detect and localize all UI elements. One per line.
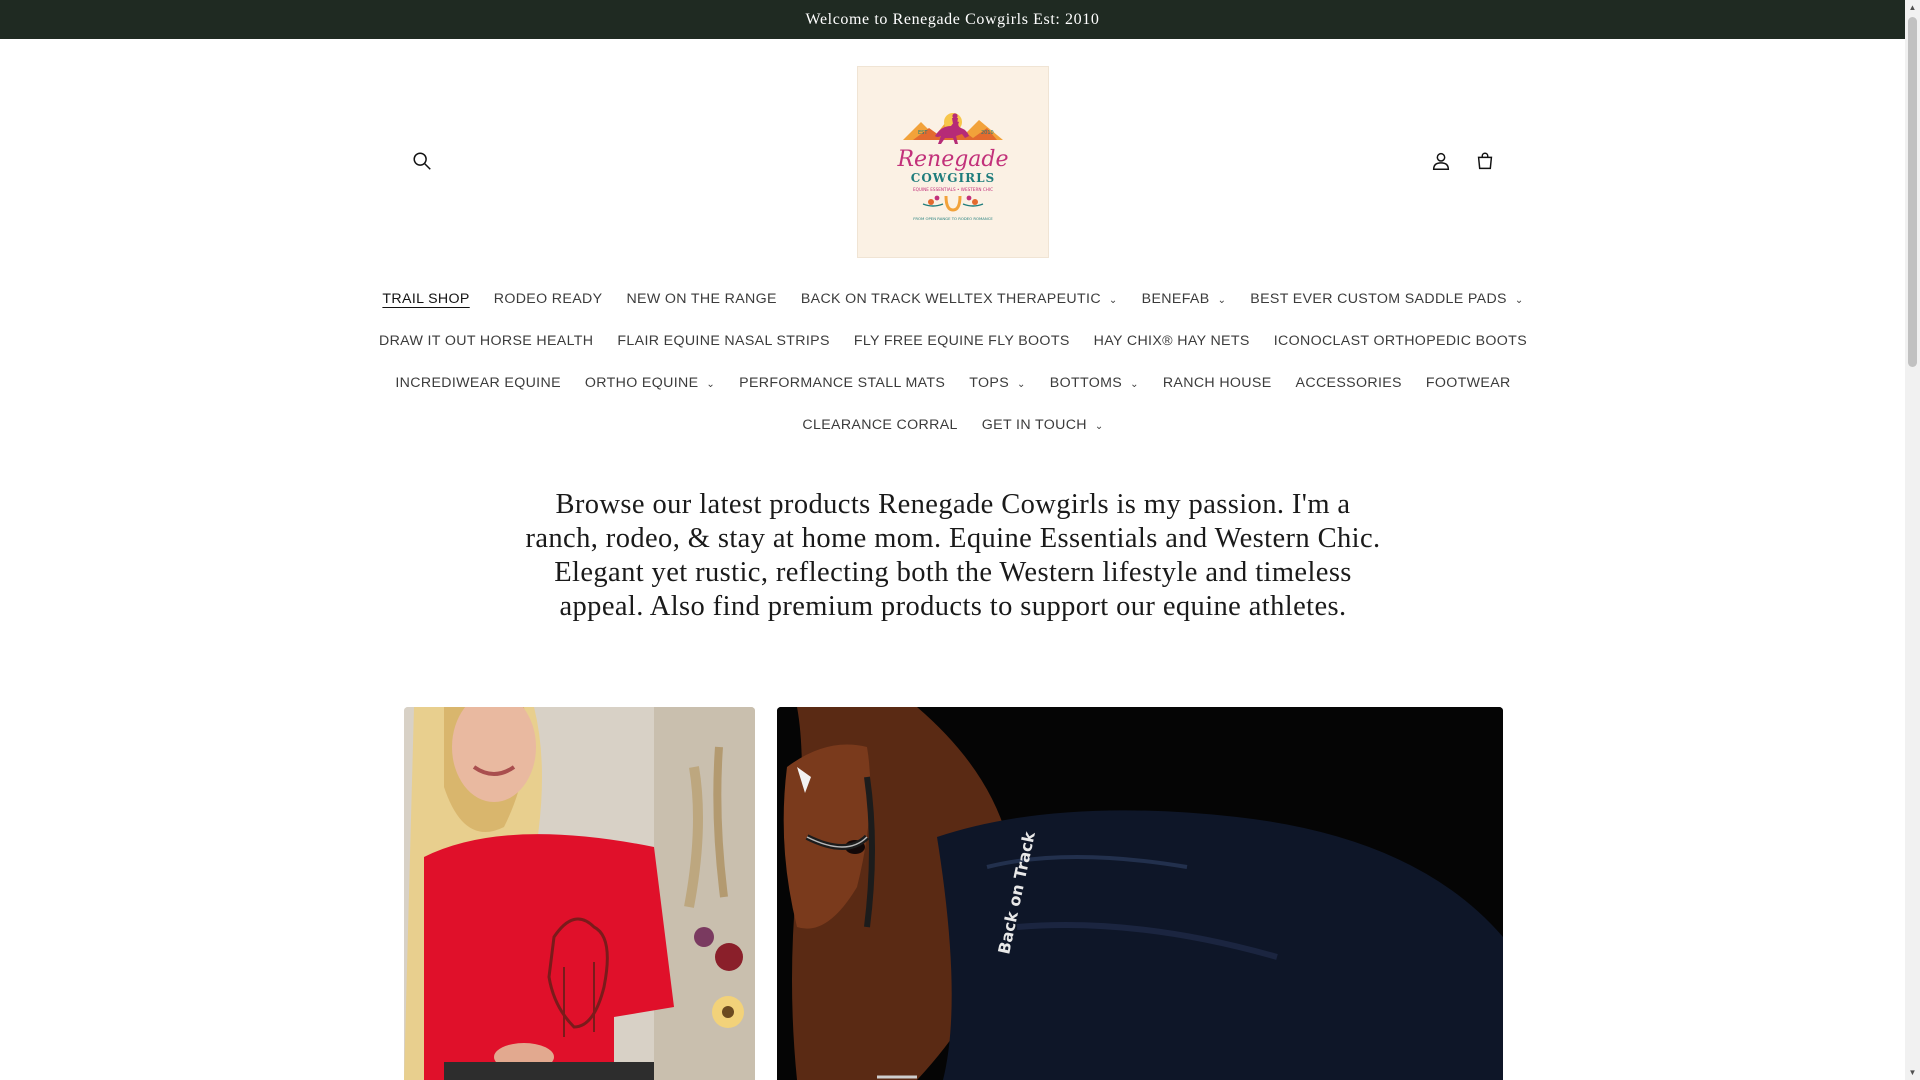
search-icon <box>413 152 431 170</box>
chevron-down-icon: ⌄ <box>1514 294 1524 306</box>
nav-item-accessories[interactable]: ACCESSORIES <box>1284 362 1414 404</box>
nav-item-label: BEST EVER CUSTOM SADDLE PADS <box>1250 291 1507 307</box>
svg-text:2010: 2010 <box>981 130 994 136</box>
scroll-thumb[interactable] <box>1908 17 1917 367</box>
main-navigation: TRAIL SHOP RODEO READY NEW ON THE RANGE BAC… <box>379 278 1527 446</box>
chevron-down-icon: ⌄ <box>1217 294 1227 306</box>
nav-item-iconoclast-orthopedic-boots[interactable]: ICONOCLAST ORTHOPEDIC BOOTS <box>1262 320 1539 362</box>
scroll-down-arrow[interactable]: ▼ <box>1905 1065 1920 1080</box>
nav-item-label: FOOTWEAR <box>1425 375 1511 391</box>
nav-item-label: RANCH HOUSE <box>1162 375 1272 391</box>
intro-text: Browse our latest products Renegade Cowg… <box>525 489 1381 622</box>
nav-item-tops[interactable]: TOPS ⌄ <box>957 362 1038 404</box>
announcement-bar: Welcome to Renegade Cowgirls Est: 2010 <box>0 0 1905 39</box>
nav-item-bottoms[interactable]: BOTTOMS ⌄ <box>1038 362 1151 404</box>
svg-text:COWGIRLS: COWGIRLS <box>911 171 995 185</box>
site-header: EST 2010 Renegade COWGIRLS EQUINE ESSENT… <box>404 39 1502 269</box>
woman-red-tshirt-image <box>404 707 755 1080</box>
svg-text:FROM OPEN RANGE TO RODEO ROMAN: FROM OPEN RANGE TO RODEO ROMANCE <box>913 216 993 221</box>
chevron-down-icon: ⌄ <box>1108 294 1118 306</box>
collection-card-back-on-track[interactable]: Back on Track <box>777 707 1503 1080</box>
nav-item-label: CLEARANCE CORRAL <box>802 417 958 433</box>
nav-item-label: BOTTOMS <box>1049 375 1123 391</box>
nav-item-label: ORTHO EQUINE <box>584 375 699 391</box>
nav-item-label: ICONOCLAST ORTHOPEDIC BOOTS <box>1273 333 1528 349</box>
nav-item-rodeo-ready[interactable]: RODEO READY <box>482 278 615 320</box>
scroll-up-arrow[interactable]: ▲ <box>1905 0 1920 15</box>
nav-item-label: TRAIL SHOP <box>382 291 470 307</box>
nav-item-fly-free-equine-fly-boots[interactable]: FLY FREE EQUINE FLY BOOTS <box>842 320 1082 362</box>
page-scrollbar[interactable]: ▲ ▼ <box>1905 0 1920 1080</box>
nav-item-label: DRAW IT OUT HORSE HEALTH <box>378 333 594 349</box>
nav-item-best-ever-custom-saddle-pads[interactable]: BEST EVER CUSTOM SADDLE PADS ⌄ <box>1238 278 1535 320</box>
nav-item-label: BACK ON TRACK WELLTEX THERAPEUTIC <box>800 291 1101 307</box>
nav-item-label: HAY CHIX® HAY NETS <box>1093 333 1250 349</box>
nav-item-label: GET IN TOUCH <box>981 417 1087 433</box>
nav-item-draw-it-out-horse-health[interactable]: DRAW IT OUT HORSE HEALTH <box>367 320 605 362</box>
nav-item-back-on-track-welltex-therapeutic[interactable]: BACK ON TRACK WELLTEX THERAPEUTIC ⌄ <box>789 278 1130 320</box>
account-button[interactable] <box>1423 143 1459 179</box>
chevron-down-icon: ⌄ <box>1017 378 1026 390</box>
chevron-down-icon: ⌄ <box>1130 378 1139 390</box>
nav-item-performance-stall-mats[interactable]: PERFORMANCE STALL MATS <box>727 362 957 404</box>
nav-item-label: RODEO READY <box>493 291 603 307</box>
horse-blanket-image: Back on Track <box>777 707 1503 1080</box>
nav-item-label: NEW ON THE RANGE <box>626 291 777 307</box>
nav-row: TRAIL SHOP RODEO READY NEW ON THE RANGE BAC… <box>382 278 1523 320</box>
cart-button[interactable] <box>1467 143 1503 179</box>
nav-item-clearance-corral[interactable]: CLEARANCE CORRAL <box>790 404 969 446</box>
nav-item-label: FLAIR EQUINE NASAL STRIPS <box>617 333 830 349</box>
nav-item-get-in-touch[interactable]: GET IN TOUCH ⌄ <box>970 404 1116 446</box>
nav-item-label: TOPS <box>969 375 1010 391</box>
nav-item-label: PERFORMANCE STALL MATS <box>739 375 946 391</box>
search-button[interactable] <box>404 143 440 179</box>
cart-icon <box>1477 152 1493 170</box>
nav-item-benefab[interactable]: BENEFAB ⌄ <box>1130 278 1239 320</box>
chevron-down-icon: ⌄ <box>1094 420 1104 432</box>
collection-card-tops[interactable] <box>404 707 755 1080</box>
nav-item-label: FLY FREE EQUINE FLY BOOTS <box>853 333 1070 349</box>
user-icon <box>1432 152 1450 170</box>
logo-link[interactable]: EST 2010 Renegade COWGIRLS EQUINE ESSENT… <box>858 67 1048 257</box>
nav-item-label: BENEFAB <box>1141 291 1210 307</box>
nav-row: CLEARANCE CORRAL GET IN TOUCH ⌄ <box>404 404 1502 446</box>
nav-item-ranch-house[interactable]: RANCH HOUSE <box>1151 362 1284 404</box>
nav-item-footwear[interactable]: FOOTWEAR <box>1414 362 1523 404</box>
svg-text:Renegade: Renegade <box>896 147 1008 172</box>
nav-item-trail-shop[interactable]: TRAIL SHOP <box>370 278 481 320</box>
renegade-cowgirls-logo: EST 2010 Renegade COWGIRLS EQUINE ESSENT… <box>896 113 1009 221</box>
nav-item-ortho-equine[interactable]: ORTHO EQUINE ⌄ <box>573 362 727 404</box>
nav-item-label: ACCESSORIES <box>1295 375 1402 391</box>
nav-item-label: INCREDIWEAR EQUINE <box>395 375 561 391</box>
svg-text:EQUINE ESSENTIALS • WESTERN CH: EQUINE ESSENTIALS • WESTERN CHIC <box>913 187 993 192</box>
svg-text:EST: EST <box>918 130 928 136</box>
nav-row: INCREDIWEAR EQUINE ORTHO EQUINE ⌄ PERFORMAN… <box>395 362 1510 404</box>
nav-item-hay-chix-hay-nets[interactable]: HAY CHIX® HAY NETS <box>1082 320 1262 362</box>
chevron-down-icon: ⌄ <box>706 378 716 390</box>
nav-row: DRAW IT OUT HORSE HEALTH FLAIR EQUINE NAS… <box>379 320 1527 362</box>
nav-item-incrediwear-equine[interactable]: INCREDIWEAR EQUINE <box>383 362 573 404</box>
nav-item-new-on-the-range[interactable]: NEW ON THE RANGE <box>614 278 788 320</box>
announcement-text: Welcome to Renegade Cowgirls Est: 2010 <box>805 10 1100 28</box>
nav-item-flair-equine-nasal-strips[interactable]: FLAIR EQUINE NASAL STRIPS <box>605 320 841 362</box>
